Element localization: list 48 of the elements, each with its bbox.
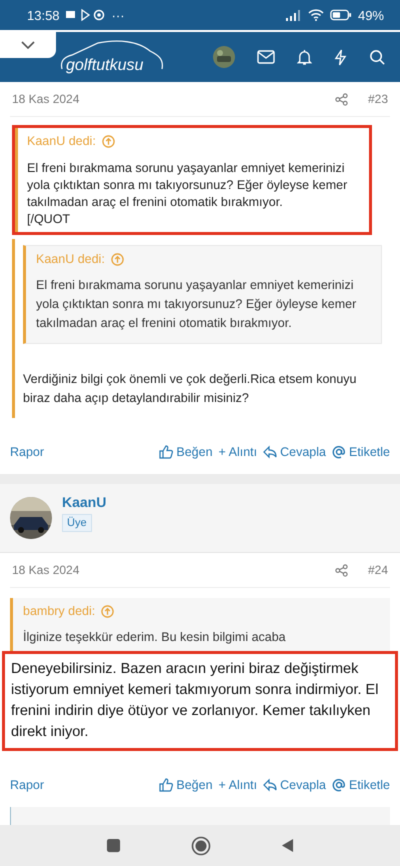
site-logo[interactable]: golftutkusu	[66, 57, 144, 75]
user-role-badge: Üye	[62, 514, 92, 532]
reply-icon	[263, 445, 278, 459]
back-icon[interactable]	[281, 838, 294, 853]
action-link[interactable]: Cevapla	[263, 778, 326, 792]
wifi-icon	[308, 9, 324, 21]
reply-icon	[263, 778, 278, 792]
action-link[interactable]: + Alıntı	[218, 778, 258, 792]
action-link[interactable]: Cevapla	[263, 445, 326, 459]
recents-icon[interactable]	[106, 838, 121, 853]
quote-tail-text: [/QUOT	[27, 211, 72, 228]
action-link[interactable]: Etiketle	[332, 778, 390, 792]
thumbs-up-icon	[159, 778, 174, 792]
post-date[interactable]: 18 Kas 2024	[12, 563, 80, 577]
action-link[interactable]: + Alıntı	[218, 445, 258, 459]
report-link[interactable]: Rapor	[10, 445, 44, 459]
report-link[interactable]: Rapor	[10, 778, 44, 792]
signal-icon	[286, 9, 302, 21]
battery-icon	[330, 9, 352, 21]
battery-level: 49%	[358, 8, 384, 22]
post-text: Deneyebilirsiniz. Bazen aracın yerini biraz değiştirmek istiyorum emniyet kemeri takmıyorum sonra indirmiyor. El frenini indirin diye ötüyor ve zorlanıyor. Kemer takılıyken direkt iniyor.	[2, 651, 398, 751]
quote-text: İlginize teşekkür ederim. Bu kesin bilgimi acaba	[23, 629, 287, 646]
collapse-tab[interactable]	[0, 32, 56, 58]
notification-icons	[66, 9, 106, 21]
share-icon[interactable]	[334, 92, 348, 106]
action-link[interactable]: Beğen	[159, 445, 213, 459]
username-link[interactable]: KaanU	[62, 494, 106, 510]
search-icon[interactable]	[369, 48, 386, 66]
user-avatar-icon[interactable]	[213, 46, 235, 68]
post-date[interactable]: 18 Kas 2024	[12, 92, 80, 106]
more-notifications: ···	[112, 8, 125, 22]
post-text: Verdiğiniz bilgi çok önemli ve çok değerli.Rica etsem konuyu biraz daha açıp detaylandırabilir misiniz?	[23, 371, 358, 407]
post-number[interactable]: #23	[368, 92, 388, 106]
mail-icon[interactable]	[257, 50, 275, 64]
quote-text: El freni bırakmama sorunu yaşayanlar emniyet kemerinizi yola çıktıktan sonra mı takıyorsunuz? Eğer öyleyse kemer takılmadan araç el frenini otomatik bırakmıyor.	[27, 160, 348, 211]
at-sign-icon	[332, 778, 346, 792]
share-icon[interactable]	[334, 564, 348, 576]
action-link[interactable]: Beğen	[159, 778, 213, 792]
status-time: 13:58	[27, 8, 60, 22]
quote-text: El freni bırakmama sorunu yaşayanlar emniyet kemerinizi yola çıktıktan sonra mı takıyorsunuz? Eğer öyleyse kemer takılmadan araç el frenini otomatik bırakmıyor.	[36, 277, 358, 332]
post-number[interactable]: #24	[368, 563, 388, 577]
lightning-icon[interactable]	[334, 48, 347, 66]
action-link[interactable]: Etiketle	[332, 445, 390, 459]
home-icon[interactable]	[191, 836, 211, 856]
bell-icon[interactable]	[297, 48, 312, 66]
at-sign-icon	[332, 445, 346, 459]
thumbs-up-icon	[159, 445, 174, 459]
chevron-down-icon	[21, 41, 35, 49]
